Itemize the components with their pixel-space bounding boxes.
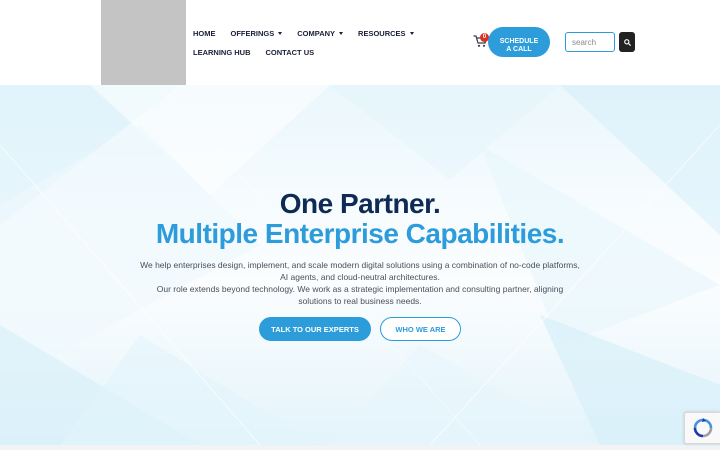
talk-to-experts-button[interactable]: TALK TO OUR EXPERTS xyxy=(259,317,371,341)
hero-description-paragraph-2: Our role extends beyond technology. We w… xyxy=(156,284,564,306)
search-input[interactable] xyxy=(565,32,615,52)
nav-item-contact-us[interactable]: CONTACT US xyxy=(266,48,315,57)
recaptcha-icon xyxy=(693,418,712,438)
hero-headline-primary: One Partner. xyxy=(279,188,441,219)
caret-down-icon xyxy=(409,31,414,35)
nav-item-home[interactable]: HOME xyxy=(193,29,216,38)
nav-item-label: RESOURCES xyxy=(358,28,406,38)
nav-item-label: COMPANY xyxy=(297,28,336,38)
nav-item-offerings[interactable]: OFFERINGS xyxy=(231,29,283,38)
search-icon xyxy=(623,38,631,46)
search-button[interactable] xyxy=(619,32,635,52)
site-logo[interactable] xyxy=(101,0,186,85)
nav-row-primary: HOME OFFERINGS COMPANY RESOURCES xyxy=(193,26,433,40)
nav-item-company[interactable]: COMPANY xyxy=(297,28,344,38)
nav-item-label: OFFERINGS xyxy=(230,28,275,38)
nav-item-resources[interactable]: RESOURCES xyxy=(358,29,414,38)
hero-description-paragraph-1: We help enterprises design, implement, a… xyxy=(140,260,580,282)
site-header: HOME OFFERINGS COMPANY RESOURCES LEARNIN… xyxy=(0,0,720,85)
schedule-call-label-line2: A CALL xyxy=(506,45,532,53)
caret-down-icon xyxy=(278,31,283,35)
recaptcha-badge[interactable] xyxy=(684,412,720,444)
nav-row-secondary: LEARNING HUB CONTACT US xyxy=(193,45,433,59)
section-divider xyxy=(0,445,720,450)
caret-down-icon xyxy=(339,31,344,35)
schedule-call-button[interactable]: SCHEDULE A CALL xyxy=(488,27,550,57)
schedule-call-label-line1: SCHEDULE xyxy=(499,37,539,45)
nav-item-learning-hub[interactable]: LEARNING HUB xyxy=(193,48,251,57)
who-we-are-button[interactable]: WHO WE ARE xyxy=(380,317,461,341)
nav-item-label: HOME xyxy=(193,28,216,38)
nav-item-label: LEARNING HUB xyxy=(193,47,251,57)
main-nav: HOME OFFERINGS COMPANY RESOURCES LEARNIN… xyxy=(193,26,433,64)
nav-item-label: CONTACT US xyxy=(265,47,315,57)
hero-headline-secondary: Multiple Enterprise Capabilities. xyxy=(155,218,565,249)
hero-description: We help enterprises design, implement, a… xyxy=(140,259,580,307)
